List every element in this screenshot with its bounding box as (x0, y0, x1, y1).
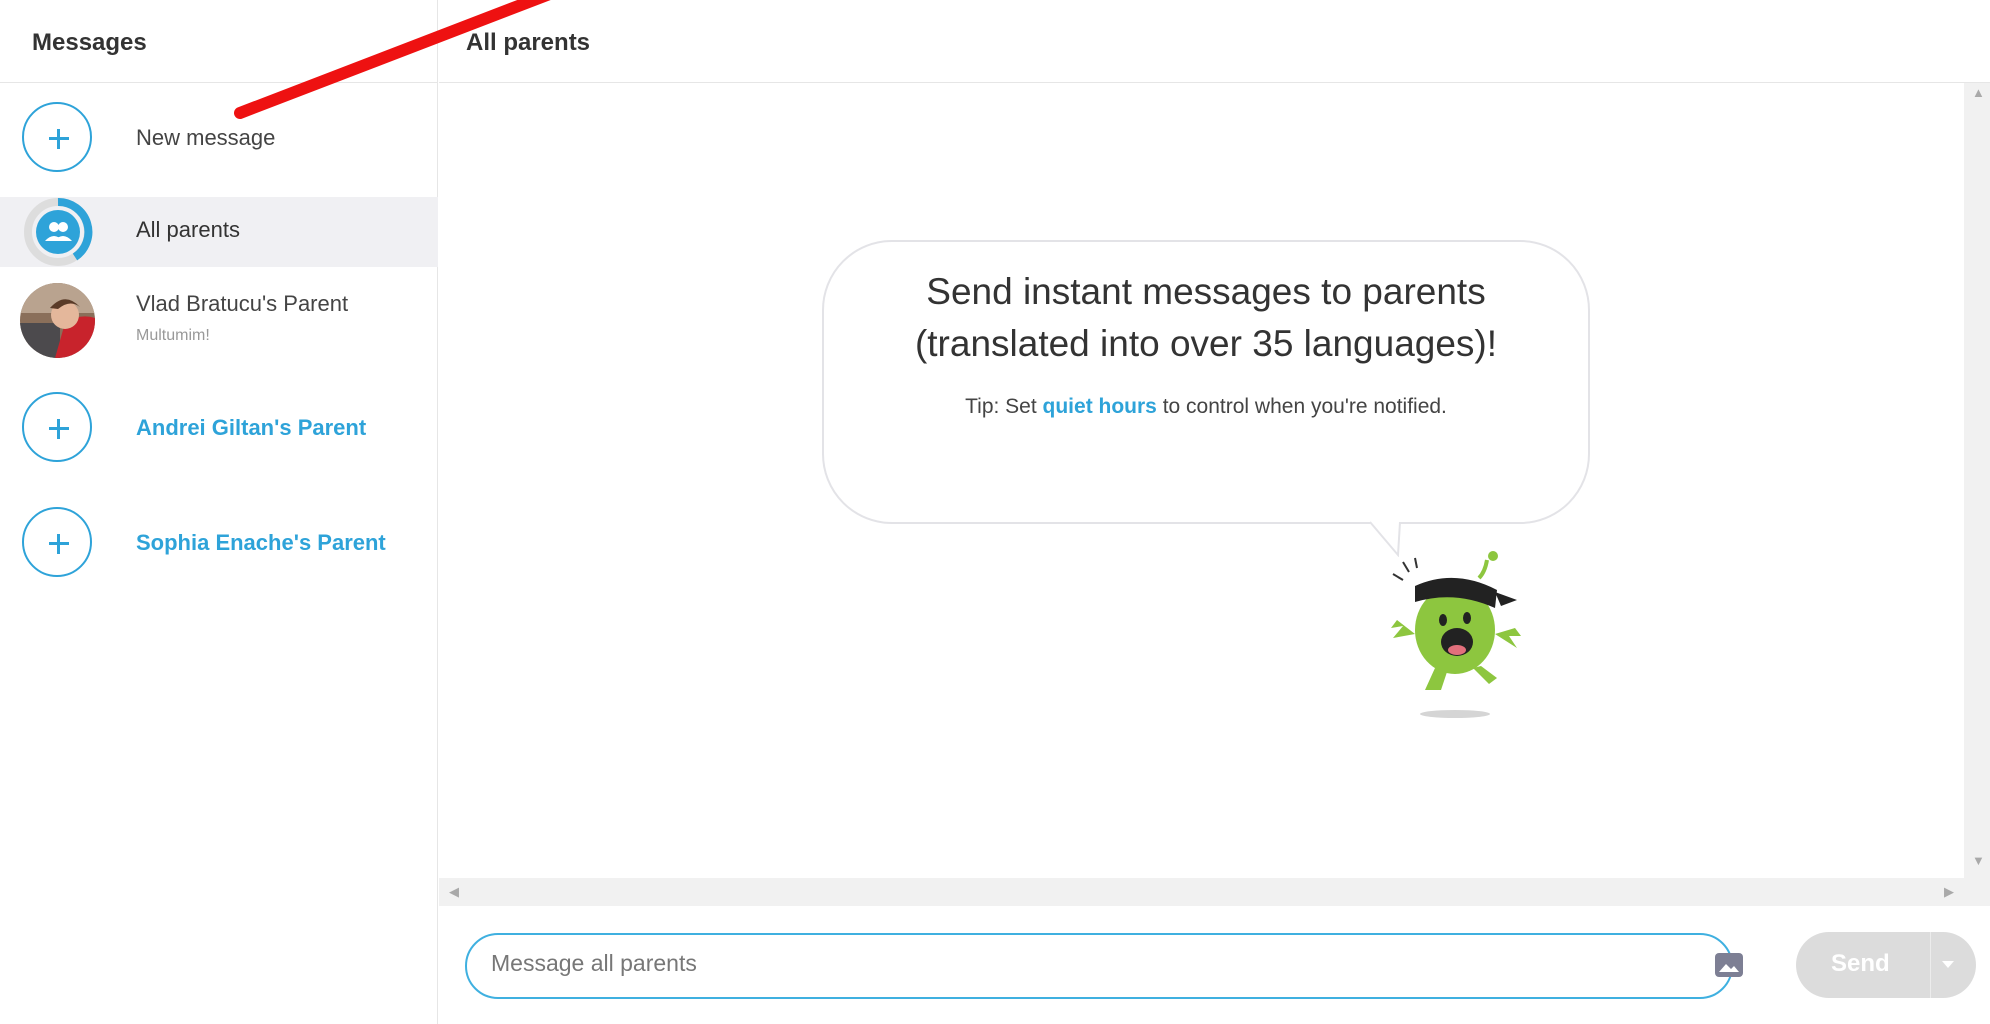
sidebar-title: Messages (32, 29, 147, 56)
plus-circle-icon (22, 392, 92, 462)
avatar (20, 283, 95, 358)
annotation-arrow (234, 0, 551, 119)
quiet-hours-link[interactable]: quiet hours (1043, 395, 1157, 418)
sidebar-item-label: Andrei Giltan's Parent (136, 415, 367, 440)
send-divider (1930, 932, 1931, 998)
mascot-illustration (1391, 551, 1521, 718)
image-attach-icon[interactable] (1714, 952, 1744, 978)
send-label: Send (1831, 950, 1890, 977)
tip-suffix: to control when you're notified. (1156, 395, 1447, 418)
bubble-heading: Send instant messages to parents (transl… (822, 266, 1590, 370)
horizontal-scrollbar[interactable]: ◀ ▶ (439, 878, 1964, 906)
group-icon (24, 197, 93, 266)
bubble-heading-line: (translated into over 35 languages)! (914, 323, 1498, 364)
sidebar-item-andrei-parent[interactable]: Andrei Giltan's Parent (0, 390, 438, 465)
bubble-tip: Tip: Set quiet hours to control when you… (822, 395, 1590, 419)
sidebar-item-label: Sophia Enache's Parent (136, 530, 386, 555)
scroll-up-icon[interactable]: ▲ (1972, 85, 1985, 100)
scroll-down-icon[interactable]: ▼ (1972, 853, 1985, 868)
main-header (439, 0, 1990, 83)
chevron-down-icon[interactable] (1942, 961, 1954, 968)
sidebar-item-sophia-parent[interactable]: Sophia Enache's Parent (0, 505, 438, 580)
scroll-right-icon[interactable]: ▶ (1944, 884, 1954, 900)
scroll-left-icon[interactable]: ◀ (449, 884, 459, 900)
sidebar-item-label: All parents (136, 217, 240, 242)
sidebar-item-label: Vlad Bratucu's Parent (136, 291, 349, 316)
plus-circle-icon (22, 507, 92, 577)
last-message-preview: Multumim! (136, 327, 210, 344)
bubble-heading-line: Send instant messages to parents (926, 271, 1486, 312)
new-message-label: New message (136, 125, 276, 150)
message-placeholder: Message all parents (491, 950, 697, 976)
tip-prefix: Tip: Set (965, 395, 1043, 418)
plus-circle-icon (22, 102, 92, 172)
vertical-scrollbar[interactable]: ▲ ▼ (1964, 83, 1990, 906)
